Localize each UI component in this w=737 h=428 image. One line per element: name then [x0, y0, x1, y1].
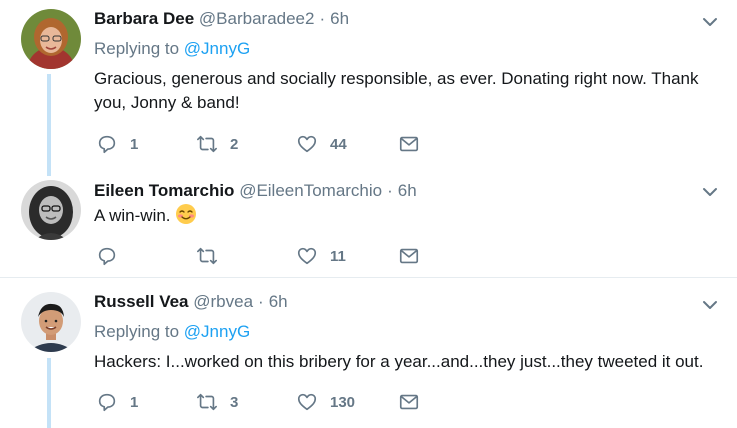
tweet-text: A win-win.: [94, 206, 171, 225]
author-name[interactable]: Eileen Tomarchio: [94, 181, 234, 200]
reply-count: 1: [130, 393, 139, 411]
separator-dot: ·: [258, 292, 264, 311]
author-handle[interactable]: @EileenTomarchio: [239, 181, 382, 200]
tweet-text: Gracious, generous and socially responsi…: [94, 69, 699, 112]
smiling-face-emoji-icon: [175, 203, 197, 225]
retweet-icon: [196, 245, 218, 267]
author-name[interactable]: Barbara Dee: [94, 9, 194, 28]
reply-button[interactable]: 1: [96, 133, 138, 155]
author-handle[interactable]: @rbvea: [193, 292, 253, 311]
tweet-timestamp[interactable]: 6h: [330, 9, 349, 28]
reply-icon: [96, 245, 118, 267]
reply-button[interactable]: 1: [96, 391, 138, 413]
direct-message-button[interactable]: [398, 245, 420, 267]
retweet-count: 2: [230, 135, 239, 153]
avatar[interactable]: [21, 9, 81, 69]
chevron-down-icon[interactable]: [701, 13, 719, 31]
replying-to: Replying to @JnnyG: [94, 38, 250, 60]
envelope-icon: [398, 245, 420, 267]
retweet-button[interactable]: 3: [196, 391, 238, 413]
heart-icon: [296, 133, 318, 155]
replying-to-link[interactable]: @JnnyG: [184, 322, 250, 341]
reply-icon: [96, 133, 118, 155]
avatar[interactable]: [21, 180, 81, 240]
envelope-icon: [398, 391, 420, 413]
author-handle[interactable]: @Barbaradee2: [199, 9, 315, 28]
reply-button[interactable]: [96, 245, 130, 267]
author-name[interactable]: Russell Vea: [94, 292, 189, 311]
heart-icon: [296, 245, 318, 267]
envelope-icon: [398, 133, 420, 155]
heart-icon: [296, 391, 318, 413]
tweet-text-container: A win-win.: [94, 203, 724, 228]
like-count: 130: [330, 393, 356, 411]
like-count: 44: [330, 135, 347, 153]
avatar[interactable]: [21, 292, 81, 352]
tweet-text: Hackers: I...worked on this bribery for …: [94, 352, 704, 371]
tweet-timestamp[interactable]: 6h: [398, 181, 417, 200]
retweet-button[interactable]: [196, 245, 230, 267]
separator-dot: ·: [387, 181, 393, 200]
tweet-eileen-tomarchio[interactable]: Eileen Tomarchio @EileenTomarchio · 6h A w…: [0, 180, 737, 277]
direct-message-button[interactable]: [398, 133, 420, 155]
chevron-down-icon[interactable]: [701, 296, 719, 314]
tweet-timestamp[interactable]: 6h: [269, 292, 288, 311]
tweet-barbara-dee[interactable]: Barbara Dee @Barbaradee2 · 6h Replying to …: [0, 0, 737, 180]
replying-to: Replying to @JnnyG: [94, 321, 250, 343]
retweet-icon: [196, 391, 218, 413]
reply-icon: [96, 391, 118, 413]
like-button[interactable]: 130: [296, 391, 355, 413]
like-count: 11: [330, 247, 346, 265]
chevron-down-icon[interactable]: [701, 183, 719, 201]
like-button[interactable]: 44: [296, 133, 347, 155]
replying-to-label: Replying to: [94, 322, 180, 341]
replying-to-label: Replying to: [94, 39, 180, 58]
retweet-icon: [196, 133, 218, 155]
like-button[interactable]: 11: [296, 245, 346, 267]
separator-dot: ·: [319, 9, 326, 28]
direct-message-button[interactable]: [398, 391, 420, 413]
retweet-button[interactable]: 2: [196, 133, 238, 155]
tweet-russell-vea[interactable]: Russell Vea @rbvea · 6h Replying to @JnnyG…: [0, 278, 737, 428]
retweet-count: 3: [230, 393, 239, 411]
replying-to-link[interactable]: @JnnyG: [184, 39, 250, 58]
reply-count: 1: [130, 135, 139, 153]
